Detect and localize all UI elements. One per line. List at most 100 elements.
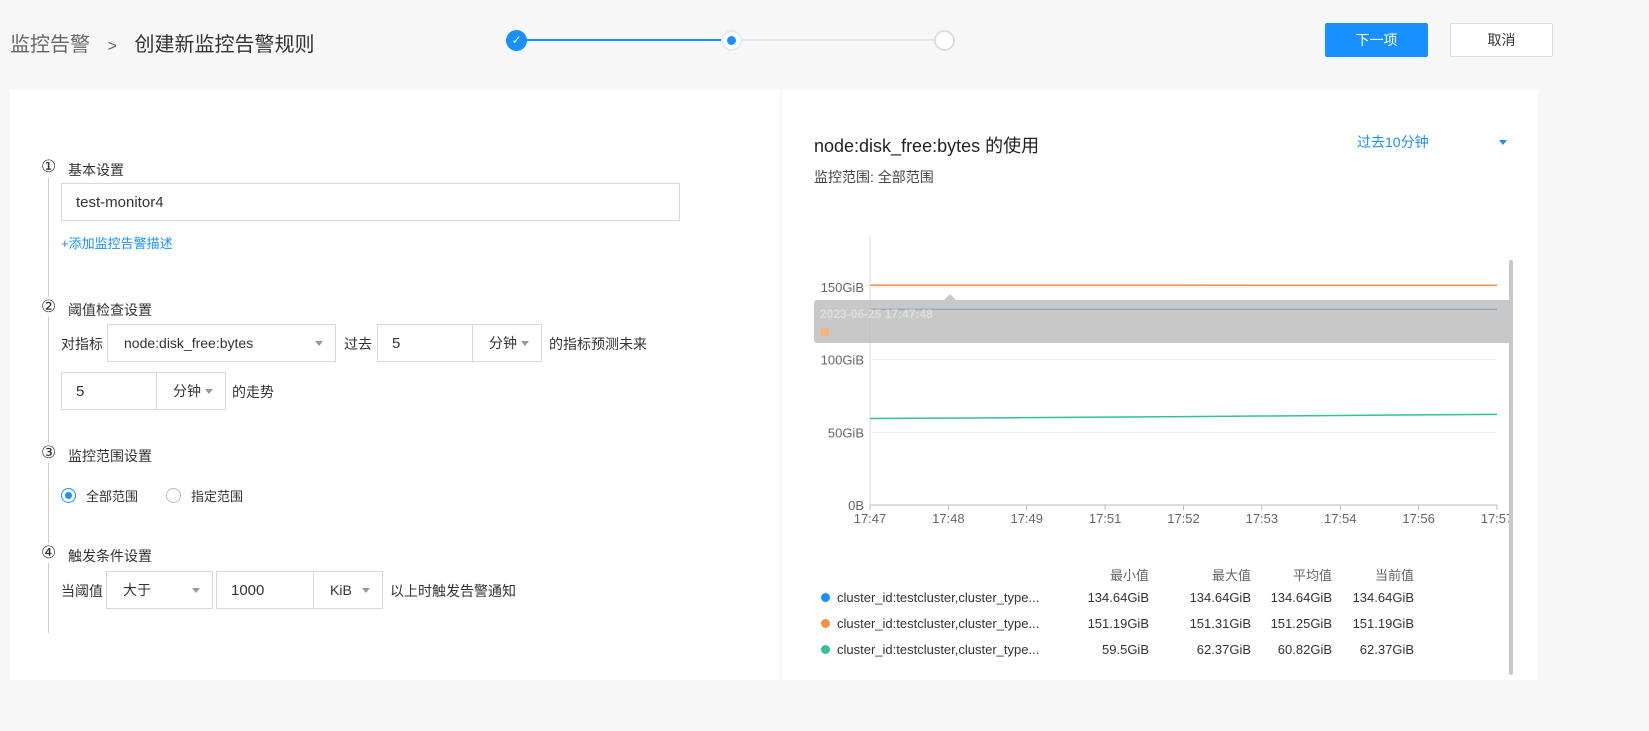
legend-row[interactable]: cluster_id:testcluster,cluster_type... [821, 590, 1039, 605]
section-4-title: 触发条件设置 [68, 548, 152, 564]
legend-series-name: cluster_id:testcluster,cluster_type... [837, 642, 1040, 657]
threshold-input[interactable]: 1000 [216, 571, 314, 609]
past-unit-select[interactable]: 分钟 [472, 324, 542, 362]
x-tick-label: 17:48 [932, 511, 965, 526]
legend-value: 134.64GiB [1270, 590, 1332, 605]
tooltip-time: 2023-06-25 17:47:48 [820, 307, 933, 321]
breadcrumb-separator: > [107, 38, 117, 55]
x-tick-label: 17:49 [1010, 511, 1043, 526]
chevron-down-icon [315, 340, 323, 346]
section-1-number: ① [41, 157, 57, 177]
x-tick-label: 17:52 [1167, 511, 1200, 526]
legend-row[interactable]: cluster_id:testcluster,cluster_type... [821, 616, 1039, 631]
section-2-title: 阈值检查设置 [68, 302, 152, 318]
series-dot-icon [821, 593, 830, 602]
line-chart: 0B50GiB100GiB150GiB17:47 17:48 17:49 17:51 1… [814, 235, 1513, 526]
step-3-pending [934, 30, 955, 51]
chevron-down-icon [192, 587, 200, 593]
past-label: 过去 [344, 336, 372, 352]
series-dot-icon [821, 619, 830, 628]
legend-value: 62.37GiB [1359, 642, 1414, 657]
radio-checked-icon [61, 488, 76, 503]
chart-tooltip: 2023-06-25 17:47:48 [814, 294, 1511, 343]
legend-series-name: cluster_id:testcluster,cluster_type... [837, 590, 1040, 605]
radio-specific-label: 指定范围 [191, 489, 244, 504]
legend-header: 最小值 [1109, 568, 1149, 583]
legend-header: 最大值 [1211, 568, 1251, 583]
x-tick-label: 17:53 [1246, 511, 1279, 526]
legend-row[interactable]: cluster_id:testcluster,cluster_type... [821, 642, 1039, 657]
threshold-prefix: 当阈值 [61, 583, 103, 599]
step-1-check-icon: ✓ [506, 30, 527, 51]
legend-series-name: cluster_id:testcluster,cluster_type... [837, 616, 1040, 631]
chart-title: node:disk_free:bytes 的使用 [814, 136, 1040, 156]
threshold-unit-value: KiB [330, 582, 352, 598]
series-dot-icon [821, 645, 830, 654]
x-tick-label: 17:51 [1089, 511, 1122, 526]
legend-value: 134.64GiB [1189, 590, 1251, 605]
scope-label: 监控范围: 全部范围 [814, 169, 934, 185]
x-tick-label: 17:56 [1402, 511, 1435, 526]
time-range-select[interactable]: 过去10分钟 [1357, 132, 1507, 152]
cancel-button[interactable]: 取消 [1450, 23, 1553, 57]
radio-all-label: 全部范围 [86, 489, 139, 504]
chevron-down-icon [205, 388, 213, 394]
legend-value: 59.5GiB [1102, 642, 1149, 657]
scrollbar[interactable] [1509, 260, 1513, 675]
preview-card: node:disk_free:bytes 的使用 过去10分钟 监控范围: 全部… [782, 90, 1538, 680]
chevron-down-icon [521, 340, 529, 346]
section-3-number: ③ [41, 443, 57, 463]
step-line-pending [731, 39, 945, 41]
past-value-input[interactable]: 5 [377, 324, 473, 362]
add-description-link[interactable]: +添加监控告警描述 [61, 233, 173, 252]
legend-value: 151.25GiB [1270, 616, 1332, 631]
section-timeline [48, 178, 49, 633]
legend-value: 151.19GiB [1087, 616, 1149, 631]
series-line-2[interactable] [869, 413, 1498, 420]
step-2-current [721, 30, 742, 51]
future-value-input[interactable]: 5 [61, 372, 157, 410]
threshold-suffix: 以上时触发告警通知 [390, 583, 516, 599]
metric-select[interactable]: node:disk_free:bytes [107, 324, 336, 362]
next-button[interactable]: 下一项 [1325, 23, 1428, 57]
chevron-down-icon [1499, 139, 1507, 145]
future-unit-select[interactable]: 分钟 [156, 372, 226, 410]
breadcrumb: 监控告警 > 创建新监控告警规则 [10, 28, 314, 57]
x-tick-label: 17:47 [854, 511, 887, 526]
radio-specific-range[interactable]: 指定范围 [166, 486, 243, 505]
x-tick-label: 17:54 [1324, 511, 1357, 526]
threshold-unit-select[interactable]: KiB [313, 571, 383, 609]
radio-all-range[interactable]: 全部范围 [61, 486, 138, 505]
legend-value: 62.37GiB [1196, 642, 1251, 657]
metric-value: node:disk_free:bytes [124, 335, 254, 351]
time-range-value: 过去10分钟 [1357, 134, 1429, 150]
legend-value: 151.19GiB [1352, 616, 1414, 631]
breadcrumb-root[interactable]: 监控告警 [10, 34, 90, 56]
operator-select[interactable]: 大于 [106, 571, 213, 609]
form-card: ① 基本设置 test-monitor4 +添加监控告警描述 ② 阈值检查设置 … [10, 90, 780, 680]
section-3-title: 监控范围设置 [68, 448, 152, 464]
future-unit-value: 分钟 [173, 383, 201, 399]
rule-name-input[interactable]: test-monitor4 [61, 183, 680, 221]
operator-value: 大于 [123, 582, 151, 598]
predict-label: 的指标预测未来 [549, 336, 647, 352]
trend-label: 的走势 [232, 384, 274, 400]
chevron-down-icon [362, 587, 370, 593]
step-line-done [516, 39, 731, 41]
section-4-number: ④ [41, 543, 57, 563]
y-tick-label: 50GiB [828, 425, 864, 440]
legend-header: 当前值 [1374, 568, 1414, 583]
section-1-title: 基本设置 [68, 162, 124, 178]
y-tick-label: 100GiB [821, 353, 864, 368]
legend-value: 134.64GiB [1352, 590, 1414, 605]
legend-value: 151.31GiB [1189, 616, 1251, 631]
metric-prefix: 对指标 [61, 336, 103, 352]
y-tick-label: 150GiB [821, 280, 864, 295]
section-2-number: ② [41, 297, 57, 317]
past-unit-value: 分钟 [489, 335, 517, 351]
page-title: 创建新监控告警规则 [134, 34, 315, 56]
radio-unchecked-icon [166, 488, 181, 503]
legend-header: 平均值 [1292, 568, 1332, 583]
legend-value: 60.82GiB [1277, 642, 1332, 657]
legend-value: 134.64GiB [1087, 590, 1149, 605]
